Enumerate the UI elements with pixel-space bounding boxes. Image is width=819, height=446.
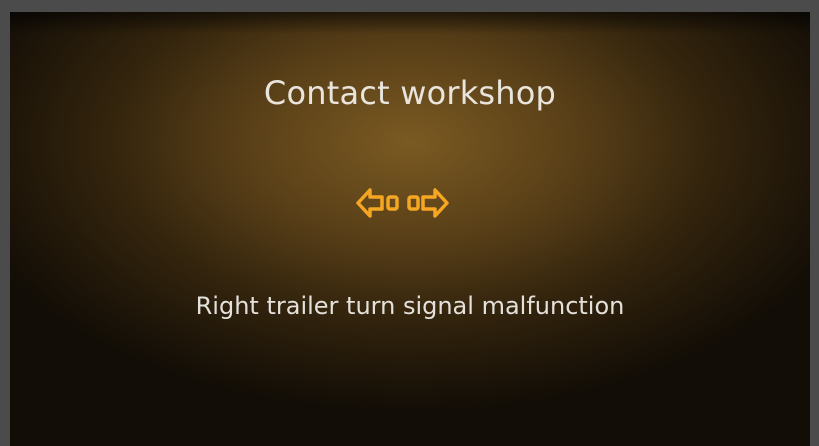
display-frame: Contact workshop Right trailer turn sign… (0, 0, 819, 446)
trailer-turn-signal-icon (356, 188, 449, 218)
warning-screen: Contact workshop Right trailer turn sign… (10, 12, 810, 446)
page-title: Contact workshop (263, 74, 557, 112)
warning-message: Right trailer turn signal malfunction (195, 292, 625, 320)
